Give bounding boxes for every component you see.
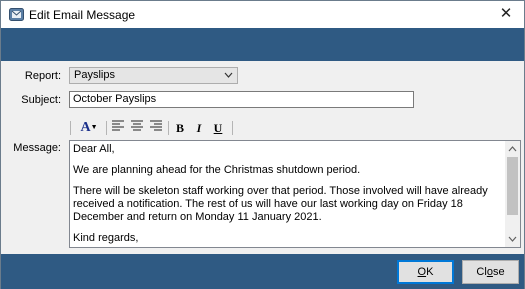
message-line: There will be skeleton staff working ove… xyxy=(73,185,488,223)
align-right-icon[interactable] xyxy=(148,118,164,138)
scroll-up-icon[interactable] xyxy=(508,144,517,154)
close-icon[interactable]: ✕ xyxy=(496,5,516,23)
font-color-icon[interactable]: A▼ xyxy=(75,118,103,138)
message-editor[interactable]: Dear All, We are planning ahead for the … xyxy=(69,140,521,248)
ok-mnemonic: O xyxy=(417,266,427,278)
toolbar-separator xyxy=(232,121,233,135)
format-toolbar: A▼ B I U xyxy=(69,118,241,138)
subject-field[interactable]: October Payslips xyxy=(69,91,414,108)
ok-label: K xyxy=(426,266,434,278)
subject-label: Subject: xyxy=(21,94,61,106)
message-body[interactable]: Dear All, We are planning ahead for the … xyxy=(73,143,503,253)
report-select-value: Payslips xyxy=(74,69,115,81)
message-line: Dear All, xyxy=(73,143,115,155)
align-center-icon[interactable] xyxy=(129,118,145,138)
window-title: Edit Email Message xyxy=(29,8,136,22)
report-select[interactable]: Payslips xyxy=(69,67,238,84)
toolbar-separator xyxy=(168,121,169,135)
report-label: Report: xyxy=(24,70,61,82)
close-button[interactable]: Close xyxy=(462,260,519,284)
toolbar-separator xyxy=(106,121,107,135)
align-left-icon[interactable] xyxy=(110,118,126,138)
app-icon xyxy=(9,7,24,22)
message-line: Kind regards, xyxy=(73,232,139,244)
header-band xyxy=(1,28,524,61)
message-label: Message: xyxy=(13,142,61,154)
message-line: We are planning ahead for the Christmas … xyxy=(73,164,361,176)
title-bar: Edit Email Message ✕ xyxy=(1,1,524,28)
close-label-post: se xyxy=(492,266,505,278)
vertical-scrollbar[interactable] xyxy=(505,141,520,247)
bold-icon[interactable]: B xyxy=(172,118,188,138)
edit-email-dialog: Edit Email Message ✕ Report: Payslips Su… xyxy=(0,0,525,289)
scrollbar-thumb[interactable] xyxy=(507,157,518,215)
italic-icon[interactable]: I xyxy=(191,118,207,138)
scroll-down-icon[interactable] xyxy=(508,234,517,244)
close-label-pre: Cl xyxy=(476,266,487,278)
ok-button[interactable]: OK xyxy=(397,260,454,284)
underline-icon[interactable]: U xyxy=(210,118,226,138)
chevron-down-icon xyxy=(224,68,233,83)
toolbar-grip xyxy=(70,121,71,135)
